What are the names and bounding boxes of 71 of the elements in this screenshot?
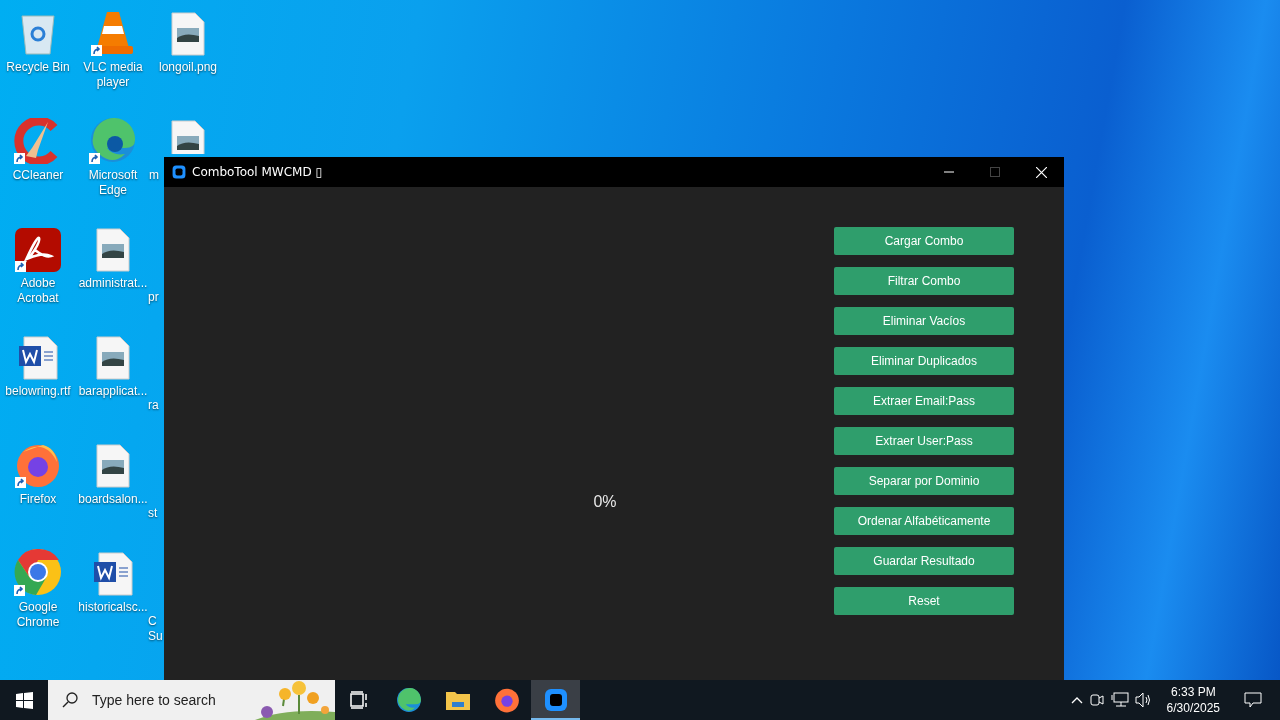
firefox-icon xyxy=(15,442,61,488)
image-file-icon xyxy=(171,12,205,56)
shortcut-arrow-icon xyxy=(91,45,102,56)
shortcut-arrow-icon xyxy=(89,153,100,164)
icon-label: Adobe Acrobat xyxy=(16,276,60,306)
firefox-icon[interactable] xyxy=(493,687,520,713)
action-button[interactable]: Extraer User:Pass xyxy=(834,427,1014,455)
action-button[interactable]: Eliminar Vacíos xyxy=(834,307,1014,335)
action-button[interactable]: Ordenar Alfabéticamente xyxy=(834,507,1014,535)
action-button[interactable]: Filtrar Combo xyxy=(834,267,1014,295)
icon-label: boardsalon... xyxy=(78,492,148,507)
speaker-icon[interactable] xyxy=(1134,692,1153,708)
word-document-icon xyxy=(18,336,58,380)
icon-label: pr xyxy=(148,290,160,305)
windows-logo-icon xyxy=(15,691,33,709)
app-icon xyxy=(172,165,186,179)
search-box[interactable]: Type here to search xyxy=(48,680,335,720)
search-field[interactable]: Type here to search xyxy=(90,691,264,709)
window-title: ComboTool MWCMD ▯ xyxy=(192,165,324,179)
icon-label: longoil.png xyxy=(158,60,218,75)
action-button[interactable]: Eliminar Duplicados xyxy=(834,347,1014,375)
folder-icon[interactable] xyxy=(445,690,470,710)
icon-label: ra xyxy=(148,398,160,413)
camera-icon[interactable] xyxy=(1088,692,1105,708)
recycle-bin-icon xyxy=(18,12,58,56)
icon-label: Firefox xyxy=(19,492,57,507)
action-button[interactable]: Cargar Combo xyxy=(834,227,1014,255)
icon-label: VLC media player xyxy=(82,60,144,90)
action-button[interactable]: Extraer Email:Pass xyxy=(834,387,1014,415)
shortcut-arrow-icon xyxy=(15,477,26,488)
maximize-icon xyxy=(990,167,1000,177)
icon-label: Recycle Bin xyxy=(6,60,70,75)
word-document-icon xyxy=(93,552,133,596)
action-button[interactable]: Reset xyxy=(834,587,1014,615)
icon-label: barapplicat... xyxy=(78,384,148,399)
icon-label: Microsoft Edge xyxy=(87,168,139,198)
edge-icon[interactable] xyxy=(395,687,422,713)
image-file-icon xyxy=(96,336,130,380)
image-file-icon xyxy=(96,228,130,272)
network-icon[interactable] xyxy=(1110,692,1129,708)
search-icon xyxy=(62,692,78,708)
shortcut-arrow-icon xyxy=(15,261,26,272)
chevron-up-icon[interactable] xyxy=(1070,696,1083,704)
shortcut-arrow-icon xyxy=(14,153,25,164)
shortcut-arrow-icon xyxy=(14,585,25,596)
icon-label: st xyxy=(148,506,159,521)
acrobat-icon xyxy=(15,228,61,272)
notification-icon[interactable] xyxy=(1244,692,1262,708)
action-button[interactable]: Separar por Dominio xyxy=(834,467,1014,495)
icon-label: CCleaner xyxy=(12,168,64,183)
icon-label: belowring.rtf xyxy=(5,384,71,399)
icon-label: m xyxy=(149,168,160,183)
image-file-icon xyxy=(171,120,205,154)
icon-label: administrat... xyxy=(78,276,148,291)
icon-label: C Su xyxy=(148,614,164,644)
taskbar-button[interactable] xyxy=(531,680,580,720)
chrome-icon xyxy=(14,548,62,596)
desktop-icon[interactable] xyxy=(14,548,62,596)
action-button[interactable]: Guardar Resultado xyxy=(834,547,1014,575)
image-file-icon xyxy=(96,444,130,488)
task-view-icon[interactable] xyxy=(349,691,370,709)
date-text: 6/30/2025 xyxy=(1166,700,1220,716)
icon-label: historicalsc... xyxy=(78,600,148,615)
app-icon[interactable] xyxy=(543,688,568,712)
close-icon xyxy=(1035,166,1047,178)
clock[interactable]: 6:33 PM 6/30/2025 xyxy=(1158,684,1228,716)
icon-label: Google Chrome xyxy=(15,600,61,630)
progress-text: 0% xyxy=(593,492,617,511)
time-text: 6:33 PM xyxy=(1170,684,1216,700)
desktop-icon[interactable] xyxy=(89,116,137,164)
edge-icon xyxy=(89,116,137,164)
